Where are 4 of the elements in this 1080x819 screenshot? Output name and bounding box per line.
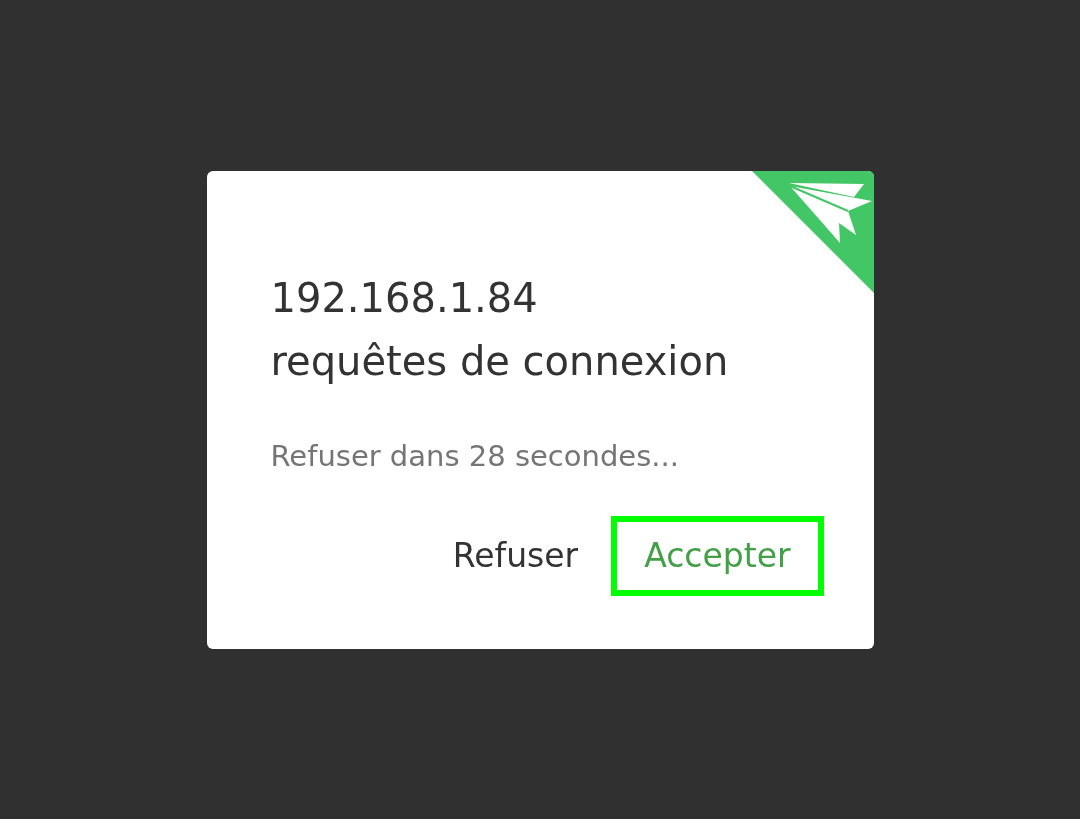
dialog-title: 192.168.1.84	[270, 273, 539, 323]
dialog-title: requêtes de connexion	[270, 336, 730, 386]
countdown-message: Refuser dans 28 secondes...	[270, 437, 680, 475]
decline-button[interactable]: Refuser	[419, 516, 612, 596]
